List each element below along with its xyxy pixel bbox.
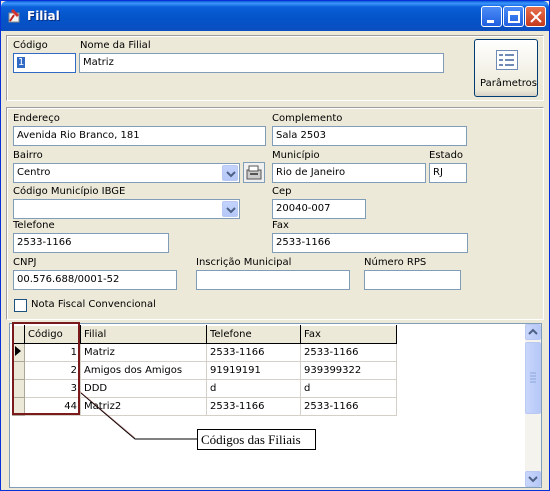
cell-fax[interactable]: 2533-1166 [300,343,397,362]
filial-window: Filial Código 1 Nome da Filial Matriz Pa… [0,0,550,491]
chevron-down-icon [528,476,538,483]
cep-field[interactable]: 20040-007 [272,199,366,219]
maximize-button[interactable] [503,6,524,27]
list-icon [496,50,518,70]
inscricao-municipal-label: Inscrição Municipal [196,257,292,268]
scroll-down-button[interactable] [525,471,541,487]
cell-fax[interactable]: 2533-1166 [300,397,397,416]
ibge-dropdown-button[interactable] [222,201,238,217]
cell-telefone[interactable]: 91919191 [206,361,301,380]
codigo-highlight-box [12,322,80,415]
callout-leader-line [79,391,197,440]
close-button[interactable] [525,6,546,27]
telefone-label: Telefone [13,220,55,231]
estado-field[interactable]: RJ [429,163,467,183]
app-icon [8,9,20,23]
cell-fax[interactable]: 939399322 [300,361,397,380]
parametros-button[interactable]: Parâmetros [474,39,538,97]
cell-telefone[interactable]: 2533-1166 [206,343,301,362]
endereco-label: Endereço [13,113,60,124]
scroll-up-button[interactable] [525,324,541,340]
estado-label: Estado [429,150,464,161]
scroll-thumb[interactable] [525,342,541,414]
municipio-field[interactable]: Rio de Janeiro [272,163,426,183]
bairro-dropdown-button[interactable] [222,165,238,181]
grid-vertical-scrollbar[interactable] [525,324,541,487]
endereco-field[interactable]: Avenida Rio Branco, 181 [13,126,266,146]
nome-filial-field[interactable]: Matriz [79,53,444,73]
nota-fiscal-checkbox[interactable] [14,299,27,312]
bairro-value: Centro [17,167,51,178]
chevron-down-icon [226,171,236,178]
column-header-telefone[interactable]: Telefone [206,325,301,344]
telefone-field[interactable]: 2533-1166 [13,233,169,253]
cep-label: Cep [272,186,292,197]
column-header-fax[interactable]: Fax [300,325,397,344]
nota-fiscal-label: Nota Fiscal Convencional [31,299,156,310]
ibge-combo[interactable] [13,199,240,219]
numero-rps-label: Número RPS [364,257,427,268]
complemento-label: Complemento [272,113,343,124]
codigo-field[interactable]: 1 [13,53,76,73]
column-header-filial[interactable]: Filial [80,325,207,344]
complemento-field[interactable]: Sala 2503 [272,126,467,146]
nome-filial-label: Nome da Filial [80,40,151,51]
cell-filial[interactable]: Amigos dos Amigos [80,361,207,380]
cell-telefone[interactable]: d [206,379,301,398]
parametros-label: Parâmetros [480,78,537,89]
bairro-label: Bairro [13,150,43,161]
title-bar[interactable]: Filial [1,1,549,31]
window-title: Filial [27,9,60,23]
register-icon [246,165,262,180]
bairro-lookup-button[interactable] [243,162,265,183]
municipio-label: Município [272,150,320,161]
cnpj-label: CNPJ [13,257,37,268]
chevron-down-icon [226,207,236,214]
bairro-combo[interactable]: Centro [13,163,240,183]
numero-rps-field[interactable] [364,270,461,290]
fax-field[interactable]: 2533-1166 [272,233,468,253]
cell-fax[interactable]: d [300,379,397,398]
grip-icon [530,372,536,383]
fax-label: Fax [272,220,289,231]
inscricao-municipal-field[interactable] [196,270,350,290]
minimize-button[interactable] [481,6,502,27]
cell-telefone[interactable]: 2533-1166 [206,397,301,416]
cell-filial[interactable]: Matriz [80,343,207,362]
ibge-label: Código Município IBGE [13,186,126,197]
codigo-label: Código [13,40,48,51]
cnpj-field[interactable]: 00.576.688/0001-52 [13,270,177,290]
chevron-up-icon [528,328,538,335]
annotation-callout: Códigos das Filiais [197,429,316,450]
